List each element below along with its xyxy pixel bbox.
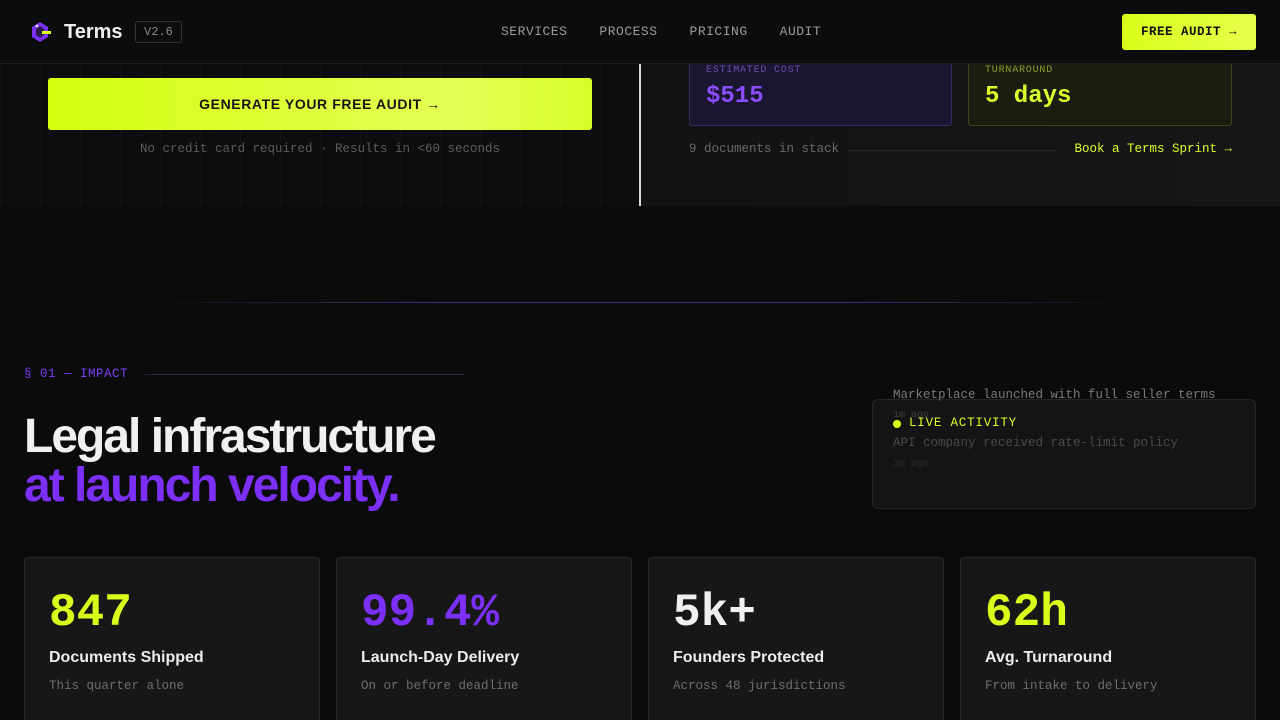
version-badge: V2.6 <box>135 21 182 43</box>
brand-name[interactable]: Terms <box>64 21 123 44</box>
free-audit-button[interactable]: FREE AUDIT → <box>1122 14 1256 50</box>
estimated-cost-card: ESTIMATED COST $515 <box>689 56 952 126</box>
turnaround-value: 5 days <box>985 83 1072 110</box>
nav-process[interactable]: PROCESS <box>599 24 657 39</box>
impact-headline: Legal infrastructure at launch velocity. <box>24 410 437 512</box>
headline-line-1: Legal infrastructure <box>24 410 437 463</box>
stat-subtitle: On or before deadline <box>361 679 519 693</box>
live-activity-title: LIVE ACTIVITY <box>909 416 1017 430</box>
documents-count: 9 documents in stack <box>689 142 840 156</box>
nav-services[interactable]: SERVICES <box>501 24 567 39</box>
section-eyebrow: § 01 — IMPACT <box>24 367 129 381</box>
book-sprint-link[interactable]: Book a Terms Sprint → <box>1074 142 1232 156</box>
stat-subtitle: This quarter alone <box>49 679 185 693</box>
stat-value: 847 <box>49 587 132 639</box>
stat-value: 99.4% <box>361 587 500 639</box>
estimated-cost-label: ESTIMATED COST <box>706 65 802 76</box>
generate-audit-button[interactable]: GENERATE YOUR FREE AUDIT → <box>48 78 592 130</box>
nav-audit[interactable]: AUDIT <box>780 24 822 39</box>
stat-title: Launch-Day Delivery <box>361 649 520 666</box>
estimated-cost-value: $515 <box>706 83 764 110</box>
generate-note: No credit card required · Results in <60… <box>139 142 501 156</box>
headline-line-2: at launch velocity. <box>24 459 401 512</box>
activity-item-2: API company received rate-limit policy <box>893 436 1179 450</box>
divider-line <box>848 150 1058 151</box>
stat-title: Documents Shipped <box>49 649 204 666</box>
stat-card-documents: 847 Documents Shipped This quarter alone <box>24 557 320 720</box>
stat-card-turnaround: 62h Avg. Turnaround From intake to deliv… <box>960 557 1256 720</box>
section-divider <box>140 302 1140 303</box>
top-nav-bar: Terms V2.6 SERVICES PROCESS PRICING AUDI… <box>0 0 1280 64</box>
activity-item-1: Marketplace launched with full seller te… <box>893 388 1216 402</box>
turnaround-card: TURNAROUND 5 days <box>968 56 1232 126</box>
stat-card-delivery: 99.4% Launch-Day Delivery On or before d… <box>336 557 632 720</box>
activity-item-2-time: 3m ago <box>893 459 930 470</box>
live-indicator-icon <box>893 420 901 428</box>
eyebrow-rule <box>145 374 465 375</box>
stat-value: 62h <box>985 587 1068 639</box>
main-nav: SERVICES PROCESS PRICING AUDIT <box>501 24 821 39</box>
stat-title: Founders Protected <box>673 649 825 666</box>
turnaround-label: TURNAROUND <box>985 65 1054 76</box>
stat-subtitle: Across 48 jurisdictions <box>673 679 846 693</box>
stat-subtitle: From intake to delivery <box>985 679 1158 693</box>
stat-title: Avg. Turnaround <box>985 649 1113 666</box>
nav-pricing[interactable]: PRICING <box>690 24 748 39</box>
hero-divider <box>639 64 641 206</box>
stat-card-founders: 5k+ Founders Protected Across 48 jurisdi… <box>648 557 944 720</box>
stat-value: 5k+ <box>673 587 756 639</box>
logo-icon[interactable] <box>28 20 52 44</box>
